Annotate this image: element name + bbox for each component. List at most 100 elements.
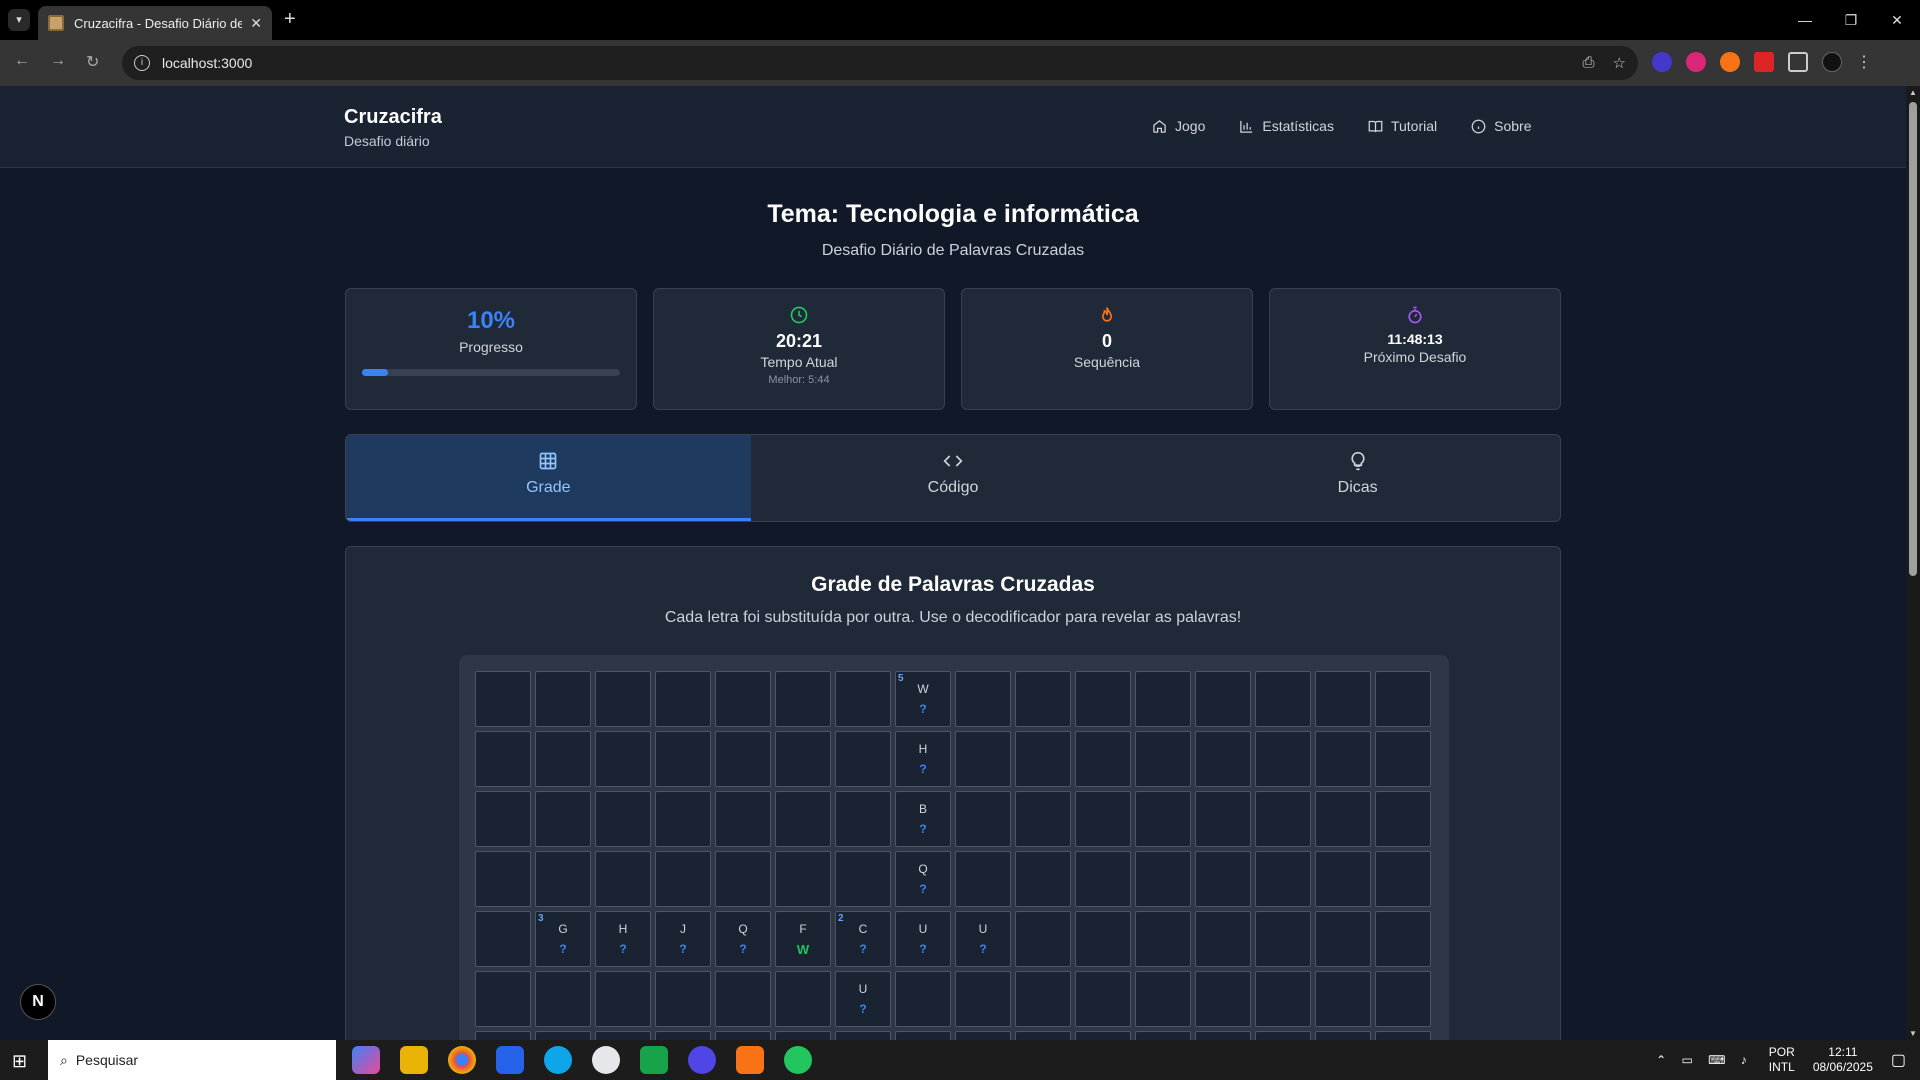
- minimize-icon[interactable]: —: [1782, 0, 1828, 40]
- restore-icon[interactable]: ❐: [1828, 0, 1874, 40]
- bookmark-star-icon[interactable]: ☆: [1613, 54, 1626, 72]
- extension-icon[interactable]: [1686, 52, 1706, 72]
- language-indicator[interactable]: POR INTL: [1769, 1045, 1795, 1075]
- tab-search-button[interactable]: ▾: [8, 9, 30, 31]
- close-window-icon[interactable]: ✕: [1874, 0, 1920, 40]
- grid-letter-cell[interactable]: Q?: [895, 851, 951, 907]
- grid-letter-cell[interactable]: FW: [775, 911, 831, 967]
- grid-empty-cell: [775, 671, 831, 727]
- reload-icon[interactable]: ↻: [86, 52, 99, 72]
- github-desktop-icon[interactable]: [592, 1046, 620, 1074]
- guess-letter: ?: [559, 942, 567, 956]
- profile-avatar[interactable]: [1822, 52, 1842, 72]
- nextjs-devtools-badge[interactable]: N: [20, 984, 56, 1020]
- forward-icon[interactable]: →: [50, 52, 66, 70]
- extension-icon[interactable]: [1652, 52, 1672, 72]
- tray-icons[interactable]: ⌃ ▭ ⌨ ♪: [1656, 1053, 1753, 1067]
- grid-empty-cell: [1315, 911, 1371, 967]
- back-icon[interactable]: ←: [14, 52, 30, 70]
- taskbar-search[interactable]: ⌕ Pesquisar: [48, 1040, 336, 1080]
- nav-sobre[interactable]: Sobre: [1471, 118, 1531, 134]
- grid-empty-cell: [955, 671, 1011, 727]
- extension-icon[interactable]: [1720, 52, 1740, 72]
- grid-empty-cell: [1135, 671, 1191, 727]
- copilot-icon[interactable]: [352, 1046, 380, 1074]
- extensions-puzzle-icon[interactable]: [1788, 52, 1808, 72]
- close-tab-icon[interactable]: ✕: [250, 15, 262, 32]
- stopwatch-icon: [1408, 306, 1422, 324]
- nav-label: Jogo: [1175, 118, 1206, 134]
- new-tab-button[interactable]: +: [284, 8, 296, 31]
- install-app-icon[interactable]: ⎙: [1583, 54, 1595, 72]
- grid-empty-cell: [655, 971, 711, 1027]
- nav-tutorial[interactable]: Tutorial: [1368, 118, 1437, 134]
- clue-number: 3: [538, 913, 544, 924]
- ubuntu-icon[interactable]: [736, 1046, 764, 1074]
- menu-dots-icon[interactable]: ⋮: [1856, 52, 1872, 72]
- site-info-icon[interactable]: i: [134, 55, 150, 71]
- page-scrollbar[interactable]: ▲ ▼: [1906, 86, 1920, 1040]
- app-icon[interactable]: [640, 1046, 668, 1074]
- app-icon[interactable]: [688, 1046, 716, 1074]
- search-icon: ⌕: [60, 1051, 68, 1068]
- windows-start-icon[interactable]: ⊞: [12, 1051, 27, 1072]
- clock[interactable]: 12:11 08/06/2025: [1813, 1045, 1873, 1075]
- grid-empty-cell: [1015, 791, 1071, 847]
- grid-letter-cell[interactable]: J?: [655, 911, 711, 967]
- grid-empty-cell: [475, 851, 531, 907]
- grid-letter-cell[interactable]: U?: [955, 911, 1011, 967]
- grid-empty-cell: [595, 851, 651, 907]
- cipher-letter: U: [918, 922, 928, 936]
- extension-icon[interactable]: [1754, 52, 1774, 72]
- tab-title: Cruzacifra - Desafio Diário de C: [74, 15, 243, 31]
- grid-letter-cell[interactable]: 3 G?: [535, 911, 591, 967]
- grid-empty-cell: [595, 791, 651, 847]
- grid-empty-cell: [1315, 851, 1371, 907]
- grid-empty-cell: [895, 971, 951, 1027]
- tab-dicas[interactable]: Dicas: [1155, 435, 1560, 521]
- vscode-icon[interactable]: [496, 1046, 524, 1074]
- grid-letter-cell[interactable]: H?: [895, 731, 951, 787]
- scroll-up-icon[interactable]: ▲: [1909, 88, 1917, 97]
- spotify-icon[interactable]: [784, 1046, 812, 1074]
- cipher-letter: W: [917, 682, 929, 696]
- grid-letter-cell[interactable]: H?: [595, 911, 651, 967]
- grid-letter-cell[interactable]: 5 W?: [895, 671, 951, 727]
- code-icon: [943, 455, 963, 467]
- favicon-icon: [48, 15, 64, 31]
- grid-empty-cell: [1195, 791, 1251, 847]
- url-field[interactable]: i localhost:3000 ⎙ ☆: [122, 46, 1638, 80]
- tab-codigo[interactable]: Código: [751, 435, 1156, 521]
- nav-jogo[interactable]: Jogo: [1152, 118, 1205, 134]
- brand-subtitle: Desafio diário: [344, 133, 430, 149]
- chrome-icon[interactable]: [448, 1046, 476, 1074]
- scroll-thumb[interactable]: [1909, 102, 1917, 576]
- progress-label: Progresso: [459, 339, 523, 355]
- progress-card: 10% Progresso: [345, 288, 637, 410]
- grid-empty-cell: [1075, 791, 1131, 847]
- grid-empty-cell: [835, 731, 891, 787]
- nav-estatisticas[interactable]: Estatísticas: [1239, 118, 1334, 134]
- brand[interactable]: Cruzacifra Desafio diário: [344, 106, 442, 149]
- scroll-down-icon[interactable]: ▼: [1909, 1029, 1917, 1038]
- guess-letter: ?: [859, 1002, 867, 1016]
- search-placeholder: Pesquisar: [75, 1052, 139, 1068]
- grid-letter-cell[interactable]: U?: [895, 911, 951, 967]
- docker-icon[interactable]: [544, 1046, 572, 1074]
- windows-taskbar: ⊞ ⌕ Pesquisar ⌃ ▭ ⌨ ♪ POR INTL 12:11 08/…: [0, 1040, 1920, 1080]
- file-explorer-icon[interactable]: [400, 1046, 428, 1074]
- grid-letter-cell[interactable]: U?: [835, 971, 891, 1027]
- cipher-letter: F: [799, 922, 807, 936]
- grid-letter-cell[interactable]: Q?: [715, 911, 771, 967]
- grid-empty-cell: [715, 731, 771, 787]
- grid-empty-cell: [1015, 971, 1071, 1027]
- home-icon: [1153, 119, 1166, 133]
- grid-empty-cell: [775, 731, 831, 787]
- tab-grade[interactable]: Grade: [346, 435, 751, 521]
- notifications-icon[interactable]: ▢: [1891, 1050, 1906, 1070]
- browser-tab[interactable]: Cruzacifra - Desafio Diário de C ✕: [38, 6, 272, 40]
- grid-letter-cell[interactable]: 2 C?: [835, 911, 891, 967]
- nav-label: Tutorial: [1390, 118, 1438, 134]
- cipher-letter: H: [918, 742, 928, 756]
- grid-letter-cell[interactable]: B?: [895, 791, 951, 847]
